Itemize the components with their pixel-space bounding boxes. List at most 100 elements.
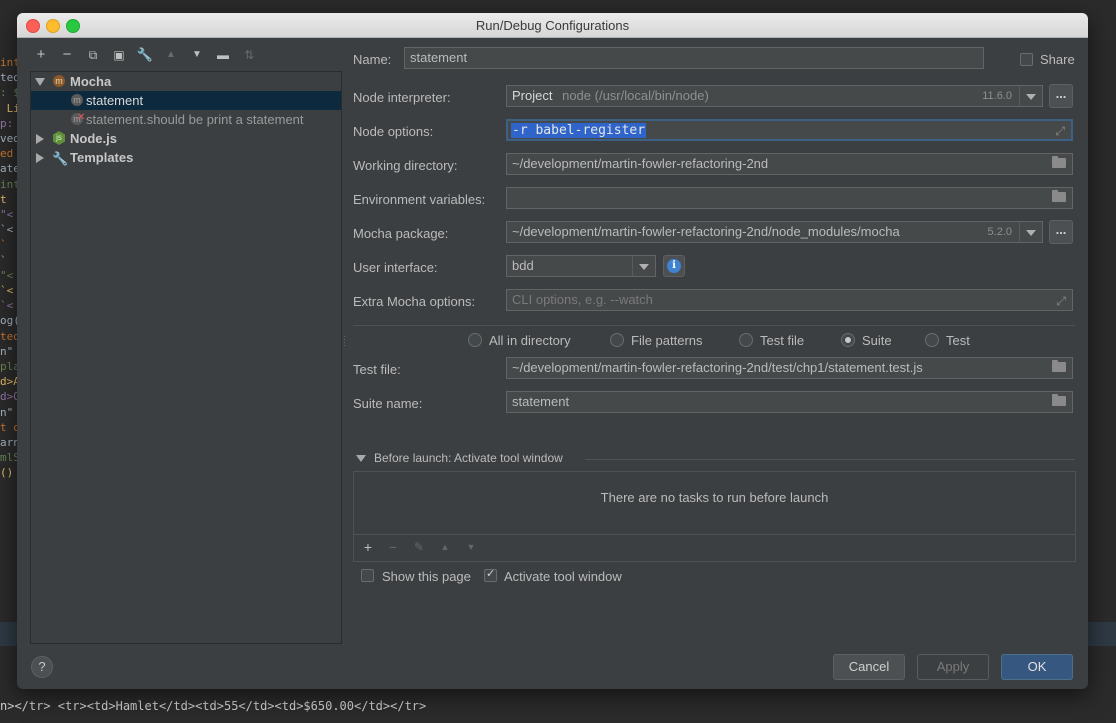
radio-suite[interactable]: [841, 333, 855, 347]
mocha-package-label: Mocha package:: [353, 226, 449, 241]
folder-icon[interactable]: [1052, 394, 1066, 406]
new-folder-icon[interactable]: ▬: [213, 45, 233, 65]
radio-label: Test file: [760, 333, 805, 348]
folder-icon[interactable]: [1052, 190, 1066, 202]
add-task-icon[interactable]: +: [359, 538, 377, 556]
tree-item-templates[interactable]: 🔧 Templates: [31, 148, 341, 167]
tree-item-statement-test[interactable]: m ✕ statement.should be print a statemen…: [31, 110, 341, 129]
name-input[interactable]: statement: [404, 47, 984, 69]
interpreter-prefix: Project: [512, 88, 553, 103]
chevron-down-icon[interactable]: [1019, 222, 1042, 242]
radio-test[interactable]: [925, 333, 939, 347]
extra-options-placeholder: CLI options, e.g. --watch: [512, 292, 653, 307]
wrench-icon[interactable]: 🔧: [135, 45, 155, 65]
share-checkbox[interactable]: [1020, 53, 1033, 66]
mocha-package-select[interactable]: ~/development/martin-fowler-refactoring-…: [506, 221, 1043, 243]
code-fragment: `<: [0, 299, 14, 313]
radio-label: All in directory: [489, 333, 571, 348]
divider: [353, 325, 1075, 326]
code-fragment: (): [0, 466, 14, 480]
before-launch-task-list: There are no tasks to run before launch …: [353, 471, 1076, 562]
code-fragment: `<: [0, 223, 14, 237]
radio-label: File patterns: [631, 333, 703, 348]
share-label: Share: [1040, 52, 1075, 67]
tree-item-label: statement: [86, 93, 144, 108]
node-interpreter-select[interactable]: Project node (/usr/local/bin/node) 11.6.…: [506, 85, 1043, 107]
tree-item-mocha[interactable]: m Mocha: [31, 72, 341, 91]
name-label: Name:: [353, 52, 392, 67]
tree-item-label: Node.js: [70, 131, 117, 146]
expand-arrow-icon[interactable]: [35, 78, 45, 86]
code-fragment: `<: [0, 284, 14, 297]
sort-icon[interactable]: ⇅: [239, 45, 259, 65]
suite-name-input[interactable]: statement: [506, 391, 1073, 413]
help-button[interactable]: ?: [31, 656, 53, 678]
cancel-button[interactable]: Cancel: [833, 654, 905, 680]
test-file-value: ~/development/martin-fowler-refactoring-…: [512, 360, 923, 375]
tree-item-label: statement.should be print a statement: [86, 112, 304, 127]
mocha-package-browse-button[interactable]: ...: [1049, 220, 1073, 244]
splitter-handle[interactable]: · · · ·: [343, 333, 346, 350]
copy-icon[interactable]: ⧉: [83, 45, 103, 65]
tree-item-nodejs[interactable]: js Node.js: [31, 129, 341, 148]
collapse-arrow-icon[interactable]: [36, 134, 44, 144]
folder-icon[interactable]: [1052, 360, 1066, 372]
radio-all-in-directory[interactable]: [468, 333, 482, 347]
before-launch-toggle-icon[interactable]: [356, 455, 366, 462]
ok-button[interactable]: OK: [1001, 654, 1073, 680]
working-directory-input[interactable]: ~/development/martin-fowler-refactoring-…: [506, 153, 1073, 175]
before-launch-header: Before launch: Activate tool window: [374, 451, 563, 465]
dialog-title: Run/Debug Configurations: [475, 18, 630, 33]
code-fragment: t: [0, 192, 7, 206]
show-this-page-checkbox[interactable]: [361, 569, 374, 582]
interpreter-path: node (/usr/local/bin/node): [562, 88, 709, 103]
chevron-down-icon[interactable]: [1019, 86, 1042, 106]
run-debug-dialog: Run/Debug Configurations + − ⧉ ▣ 🔧 ▲ ▼ ▬…: [17, 13, 1088, 689]
activate-tool-window-label: Activate tool window: [504, 569, 622, 584]
radio-test-file[interactable]: [739, 333, 753, 347]
move-task-down-icon[interactable]: ▼: [462, 538, 480, 556]
code-fragment: n": [0, 344, 14, 358]
save-icon[interactable]: ▣: [109, 45, 129, 65]
code-fragment: `: [0, 253, 7, 267]
folder-icon[interactable]: [1052, 156, 1066, 168]
move-task-up-icon[interactable]: ▲: [436, 538, 454, 556]
mocha-package-value: ~/development/martin-fowler-refactoring-…: [512, 224, 900, 239]
node-interpreter-label: Node interpreter:: [353, 90, 451, 105]
env-vars-label: Environment variables:: [353, 192, 486, 207]
add-icon[interactable]: +: [31, 45, 51, 65]
expand-icon[interactable]: ⤢: [1055, 122, 1065, 139]
edit-task-icon[interactable]: ✎: [410, 538, 428, 556]
radio-file-patterns[interactable]: [610, 333, 624, 347]
code-fragment: "<: [0, 208, 14, 221]
test-file-input[interactable]: ~/development/martin-fowler-refactoring-…: [506, 357, 1073, 379]
working-directory-value: ~/development/martin-fowler-refactoring-…: [512, 156, 769, 171]
expand-icon[interactable]: ⤢: [1056, 291, 1066, 310]
extra-options-input[interactable]: CLI options, e.g. --watch ⤢: [506, 289, 1073, 311]
env-vars-input[interactable]: [506, 187, 1073, 209]
code-fragment: n": [0, 405, 14, 419]
code-fragment: "<: [0, 268, 14, 282]
collapse-arrow-icon[interactable]: [36, 153, 44, 163]
apply-button[interactable]: Apply: [917, 654, 989, 680]
tree-item-label: Templates: [70, 150, 134, 165]
radio-label: Suite: [862, 333, 892, 348]
test-file-label: Test file:: [353, 362, 401, 377]
remove-task-icon[interactable]: −: [384, 538, 402, 556]
info-button[interactable]: i: [663, 255, 685, 277]
remove-icon[interactable]: −: [57, 45, 77, 65]
mocha-config-icon: m: [71, 94, 83, 106]
move-down-icon[interactable]: ▼: [187, 45, 207, 65]
user-interface-select[interactable]: bdd: [506, 255, 656, 277]
activate-tool-window-checkbox[interactable]: [484, 567, 497, 582]
move-up-icon[interactable]: ▲: [161, 45, 181, 65]
error-icon: ✕: [77, 112, 86, 123]
node-options-label: Node options:: [353, 124, 434, 139]
interpreter-browse-button[interactable]: ...: [1049, 84, 1073, 108]
node-options-input[interactable]: -r babel-register ⤢: [506, 119, 1073, 141]
empty-tasks-message: There are no tasks to run before launch: [600, 490, 829, 505]
working-directory-label: Working directory:: [353, 158, 458, 173]
title-bar: Run/Debug Configurations: [17, 13, 1088, 38]
chevron-down-icon[interactable]: [632, 256, 655, 276]
editor-bottom-line: n></tr> <tr><td>Hamlet</td><td>55</td><t…: [0, 690, 1116, 723]
